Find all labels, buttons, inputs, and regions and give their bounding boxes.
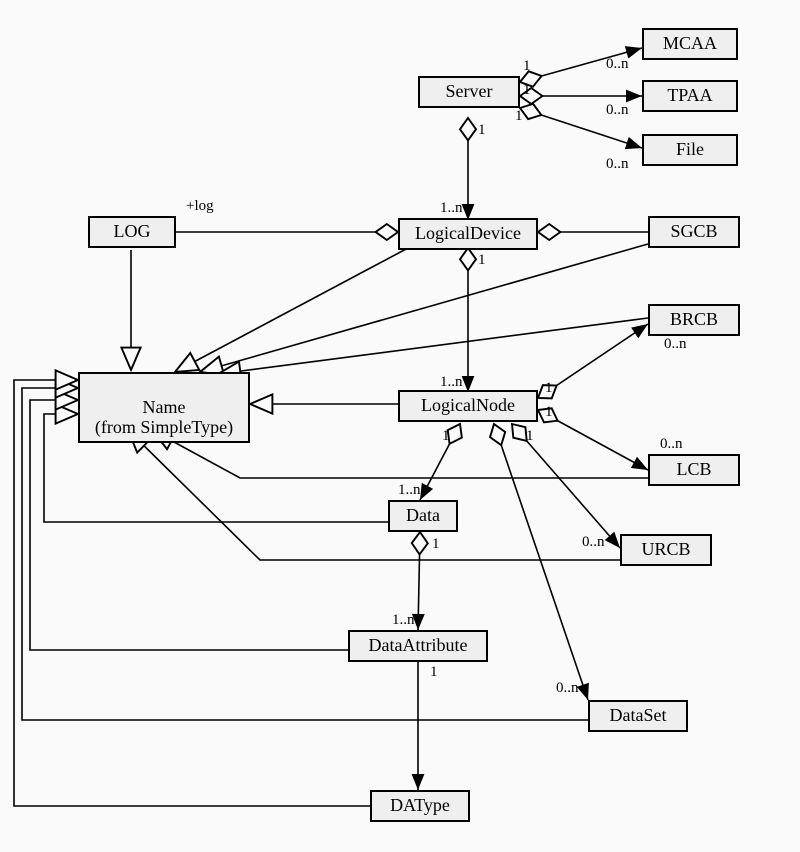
mult-zero-n: 0..n: [664, 336, 687, 353]
class-label: MCAA: [663, 33, 717, 53]
mult-one: 1: [430, 664, 438, 681]
class-server: Server: [418, 76, 520, 108]
class-logical-node: LogicalNode: [398, 390, 538, 422]
class-logical-device: LogicalDevice: [398, 218, 538, 250]
class-label: DAType: [390, 795, 450, 815]
class-urcb: URCB: [620, 534, 712, 566]
mult-one-n: 1..n: [398, 482, 421, 499]
mult-one-n: 1..n: [440, 200, 463, 217]
mult-one: 1: [442, 428, 450, 445]
role-plus-log: +log: [186, 198, 214, 215]
mult-zero-n: 0..n: [582, 534, 605, 551]
class-label: SGCB: [670, 221, 717, 241]
class-label: LOG: [114, 221, 151, 241]
mult-one: 1: [545, 404, 553, 421]
mult-one: 1: [478, 122, 486, 139]
mult-one-n: 1..n: [392, 612, 415, 629]
mult-one: 1: [526, 428, 534, 445]
mult-zero-n: 0..n: [606, 156, 629, 173]
class-label: URCB: [641, 539, 690, 559]
class-datype: DAType: [370, 790, 470, 822]
mult-zero-n: 0..n: [660, 436, 683, 453]
class-label: LogicalNode: [421, 395, 515, 415]
class-label: Server: [446, 81, 493, 101]
class-brcb: BRCB: [648, 304, 740, 336]
mult-one: 1: [545, 380, 553, 397]
class-label: TPAA: [667, 85, 712, 105]
mult-one-n: 1..n: [440, 374, 463, 391]
class-label: DataSet: [610, 705, 667, 725]
class-label: Name (from SimpleType): [95, 397, 233, 437]
diagram-canvas: Server MCAA TPAA File LogicalDevice LOG …: [0, 0, 800, 852]
class-mcaa: MCAA: [642, 28, 738, 60]
class-label: LogicalDevice: [415, 223, 521, 243]
mult-one: 1: [523, 58, 531, 75]
class-name: Name (from SimpleType): [78, 372, 250, 443]
class-label: BRCB: [670, 309, 718, 329]
mult-zero-n: 0..n: [606, 102, 629, 119]
mult-one: 1: [515, 108, 523, 125]
class-dataset: DataSet: [588, 700, 688, 732]
mult-one: 1: [478, 252, 486, 269]
mult-one: 1: [432, 536, 440, 553]
class-label: Data: [406, 505, 440, 525]
mult-one: 1: [523, 82, 531, 99]
class-log: LOG: [88, 216, 176, 248]
class-sgcb: SGCB: [648, 216, 740, 248]
class-label: DataAttribute: [369, 635, 468, 655]
class-file: File: [642, 134, 738, 166]
mult-zero-n: 0..n: [556, 680, 579, 697]
class-data-attribute: DataAttribute: [348, 630, 488, 662]
mult-zero-n: 0..n: [606, 56, 629, 73]
class-tpaa: TPAA: [642, 80, 738, 112]
class-data: Data: [388, 500, 458, 532]
class-lcb: LCB: [648, 454, 740, 486]
class-label: File: [676, 139, 704, 159]
class-label: LCB: [676, 459, 711, 479]
